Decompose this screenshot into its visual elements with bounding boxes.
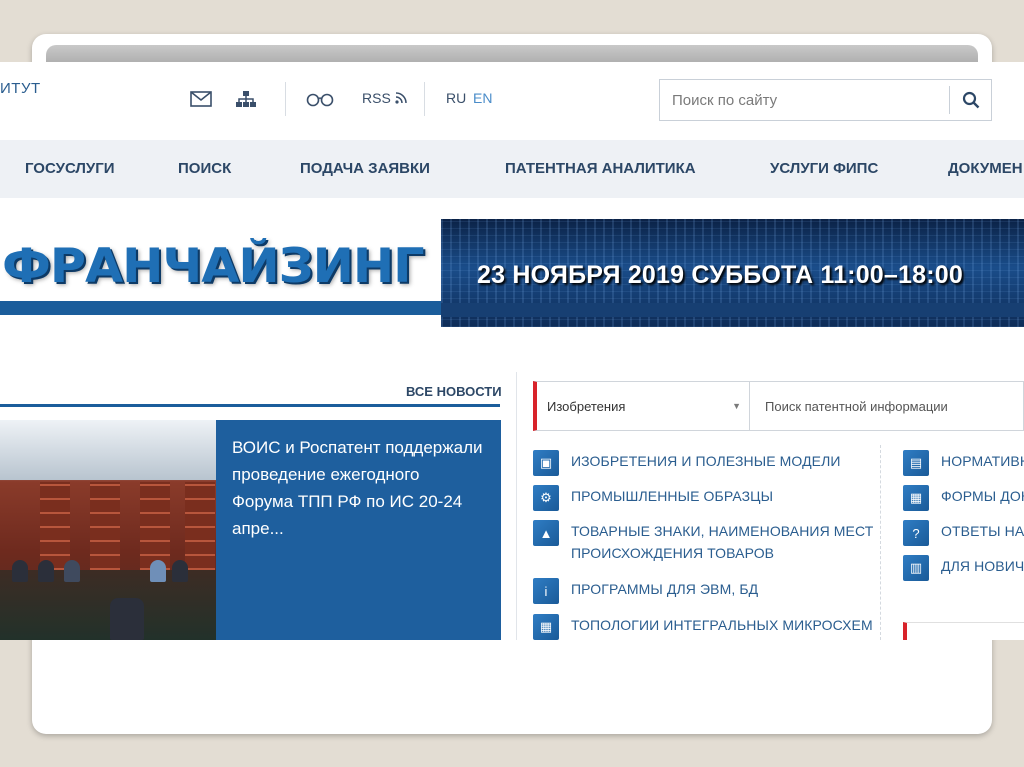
news-headline: ВОИС и Роспатент поддержали проведение е…: [232, 438, 483, 538]
brand-fragment: ИТУТ: [0, 80, 41, 97]
banner-title: ФРАНЧАЙЗИНГ: [2, 239, 425, 294]
patent-search-input[interactable]: [750, 382, 1023, 430]
category-label: ТОВАРНЫЕ ЗНАКИ, НАИМЕНОВАНИЯ МЕСТ ПРОИСХ…: [571, 520, 873, 564]
category-normative[interactable]: ▤ НОРМАТИВН: [903, 450, 1024, 476]
photo-shelf: [185, 482, 215, 582]
category-label: ДЛЯ НОВИЧ: [941, 558, 1024, 574]
site-search-input[interactable]: [660, 80, 950, 120]
banner-dark-stripe: [441, 303, 1024, 317]
category-answers[interactable]: ? ОТВЕТЫ НА: [903, 520, 1024, 546]
banner-image: 23 НОЯБРЯ 2019 СУББОТА 11:00–18:00: [441, 219, 1024, 327]
category-industrial-designs[interactable]: ⚙ ПРОМЫШЛЕННЫЕ ОБРАЗЦЫ: [533, 485, 773, 511]
nav-fips-services[interactable]: УСЛУГИ ФИПС: [770, 160, 878, 177]
news-divider: [0, 404, 500, 407]
category-label: ОТВЕТЫ НА: [941, 523, 1024, 539]
category-label-line2: ПРОИСХОЖДЕНИЯ ТОВАРОВ: [571, 545, 775, 561]
category-inventions[interactable]: ▣ ИЗОБРЕТЕНИЯ И ПОЛЕЗНЫЕ МОДЕЛИ: [533, 450, 841, 476]
photo-person: [110, 598, 144, 640]
photo-shelf: [90, 482, 120, 582]
photo-person: [12, 560, 28, 582]
banner-date: 23 НОЯБРЯ 2019 СУББОТА 11:00–18:00: [477, 261, 963, 289]
news-headline-box[interactable]: ВОИС и Роспатент поддержали проведение е…: [216, 420, 501, 640]
category-label: ТОПОЛОГИИ ИНТЕГРАЛЬНЫХ МИКРОСХЕМ: [571, 617, 873, 633]
info-icon: i: [533, 578, 559, 604]
category-label-line1: ТОВАРНЫЕ ЗНАКИ, НАИМЕНОВАНИЯ МЕСТ: [571, 523, 874, 539]
photo-person: [150, 560, 166, 582]
rss-link[interactable]: RSS: [362, 90, 407, 106]
invention-icon: ▣: [533, 450, 559, 476]
site-search: [659, 79, 992, 121]
rss-icon: [395, 92, 407, 104]
form-icon: ▦: [903, 485, 929, 511]
category-label: ИЗОБРЕТЕНИЯ И ПОЛЕЗНЫЕ МОДЕЛИ: [571, 453, 841, 469]
category-forms[interactable]: ▦ ФОРМЫ ДОК: [903, 485, 1024, 511]
lang-en-link[interactable]: EN: [473, 90, 492, 106]
all-news-link[interactable]: ВСЕ НОВОСТИ: [406, 384, 502, 399]
patent-search-field: [750, 381, 1024, 431]
category-beginners[interactable]: ▥ ДЛЯ НОВИЧ: [903, 555, 1024, 581]
category-ic-topologies[interactable]: ▦ ТОПОЛОГИИ ИНТЕГРАЛЬНЫХ МИКРОСХЕМ: [533, 614, 873, 640]
category-label: НОРМАТИВН: [941, 453, 1024, 469]
photo-person: [38, 560, 54, 582]
mail-icon[interactable]: [190, 88, 212, 110]
patent-type-select[interactable]: Изобретения ▼: [533, 381, 750, 431]
tower-icon: ▲: [533, 520, 559, 546]
search-button[interactable]: [949, 86, 991, 114]
rss-label: RSS: [362, 90, 391, 106]
top-header: ИТУТ RSS RU EN: [0, 62, 1024, 140]
nav-patent-analytics[interactable]: ПАТЕНТНАЯ АНАЛИТИКА: [505, 160, 696, 177]
website-screenshot: ИТУТ RSS RU EN ГОСУСЛУГИ ПОИСК ПОДАЧА ЗА…: [0, 62, 1024, 640]
lang-ru-link[interactable]: RU: [446, 90, 466, 106]
promo-banner[interactable]: ФРАНЧАЙЗИНГ 23 НОЯБРЯ 2019 СУББОТА 11:00…: [0, 217, 1024, 329]
open-book-icon: ▥: [903, 555, 929, 581]
chevron-down-icon: ▼: [732, 401, 741, 411]
category-software[interactable]: i ПРОГРАММЫ ДЛЯ ЭВМ, БД: [533, 578, 758, 604]
nav-poisk[interactable]: ПОИСК: [178, 160, 231, 177]
news-photo[interactable]: [0, 420, 216, 640]
banner-stripe: [0, 301, 442, 315]
nav-gosuslugi[interactable]: ГОСУСЛУГИ: [25, 160, 115, 177]
gears-icon: ⚙: [533, 485, 559, 511]
category-label: ПРОГРАММЫ ДЛЯ ЭВМ, БД: [571, 581, 759, 597]
nav-podacha-zayavki[interactable]: ПОДАЧА ЗАЯВКИ: [300, 160, 430, 177]
column-divider: [880, 445, 881, 640]
header-divider: [285, 82, 286, 116]
glasses-icon[interactable]: [306, 88, 334, 110]
patent-type-value: Изобретения: [547, 399, 626, 414]
photo-ceiling: [0, 420, 216, 480]
category-label: ФОРМЫ ДОК: [941, 488, 1024, 504]
main-nav: ГОСУСЛУГИ ПОИСК ПОДАЧА ЗАЯВКИ ПАТЕНТНАЯ …: [0, 140, 1024, 198]
category-label: ПРОМЫШЛЕННЫЕ ОБРАЗЦЫ: [571, 488, 774, 504]
category-trademarks[interactable]: ▲ ТОВАРНЫЕ ЗНАКИ, НАИМЕНОВАНИЯ МЕСТ ПРОИ…: [533, 520, 873, 564]
photo-person: [64, 560, 80, 582]
sitemap-icon[interactable]: [236, 88, 256, 110]
book-icon: ▤: [903, 450, 929, 476]
chip-icon: ▦: [533, 614, 559, 640]
search-icon: [962, 91, 979, 109]
nav-documents[interactable]: ДОКУМЕН: [948, 160, 1023, 177]
question-icon: ?: [903, 520, 929, 546]
header-divider: [424, 82, 425, 116]
photo-person: [172, 560, 188, 582]
red-accent-card: [903, 622, 1024, 640]
